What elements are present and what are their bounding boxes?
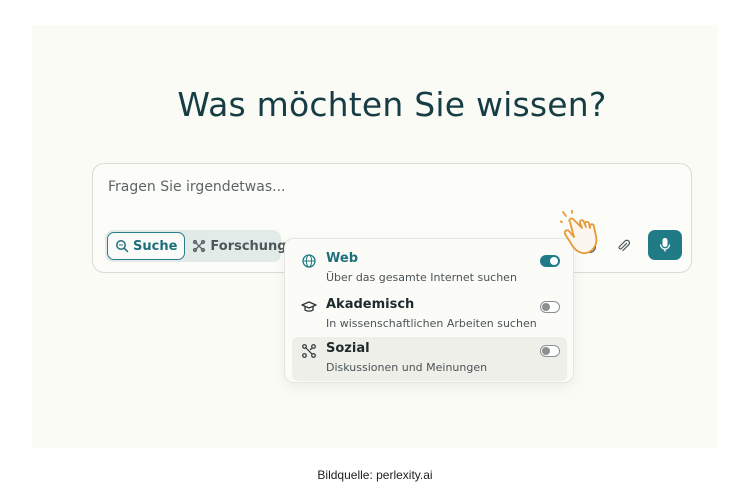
source-toggle-sozial[interactable] xyxy=(540,345,560,357)
mode-research-label: Forschung xyxy=(210,238,287,254)
source-dropdown: Web Über das gesamte Internet suchen Aka… xyxy=(284,238,574,383)
source-description: In wissenschaftlichen Arbeiten suchen xyxy=(326,317,537,330)
mode-toggle: Suche Forschung xyxy=(105,230,287,262)
image-caption: Bildquelle: perlexity.ai xyxy=(317,468,433,482)
research-icon xyxy=(193,239,206,253)
source-toggle-akademisch[interactable] xyxy=(540,301,560,313)
page-title: Was möchten Sie wissen? xyxy=(177,85,607,124)
source-title: Akademisch xyxy=(326,297,415,312)
source-title: Web xyxy=(326,251,358,266)
pointer-hand-icon xyxy=(560,210,598,255)
source-title: Sozial xyxy=(326,341,370,356)
source-option-sozial[interactable]: Sozial Diskussionen und Meinungen xyxy=(292,337,567,381)
app-panel: Was möchten Sie wissen? Fragen Sie irgen… xyxy=(32,25,718,448)
mode-search-label: Suche xyxy=(133,238,178,254)
source-description: Diskussionen und Meinungen xyxy=(326,361,488,374)
microphone-icon xyxy=(659,238,671,252)
source-option-web[interactable]: Web Über das gesamte Internet suchen xyxy=(292,247,567,291)
mode-research-button[interactable]: Forschung xyxy=(185,232,293,260)
paperclip-icon[interactable] xyxy=(613,236,633,256)
social-network-icon xyxy=(302,344,316,358)
source-description: Über das gesamte Internet suchen xyxy=(326,271,517,284)
search-icon xyxy=(116,240,129,253)
globe-icon xyxy=(302,254,316,268)
mode-search-button[interactable]: Suche xyxy=(107,232,186,260)
source-option-akademisch[interactable]: Akademisch In wissenschaftlichen Arbeite… xyxy=(292,293,567,337)
source-toggle-web[interactable] xyxy=(540,255,560,267)
graduation-cap-icon xyxy=(301,301,317,312)
microphone-button[interactable] xyxy=(648,230,682,260)
search-input[interactable]: Fragen Sie irgendetwas... xyxy=(108,179,285,195)
